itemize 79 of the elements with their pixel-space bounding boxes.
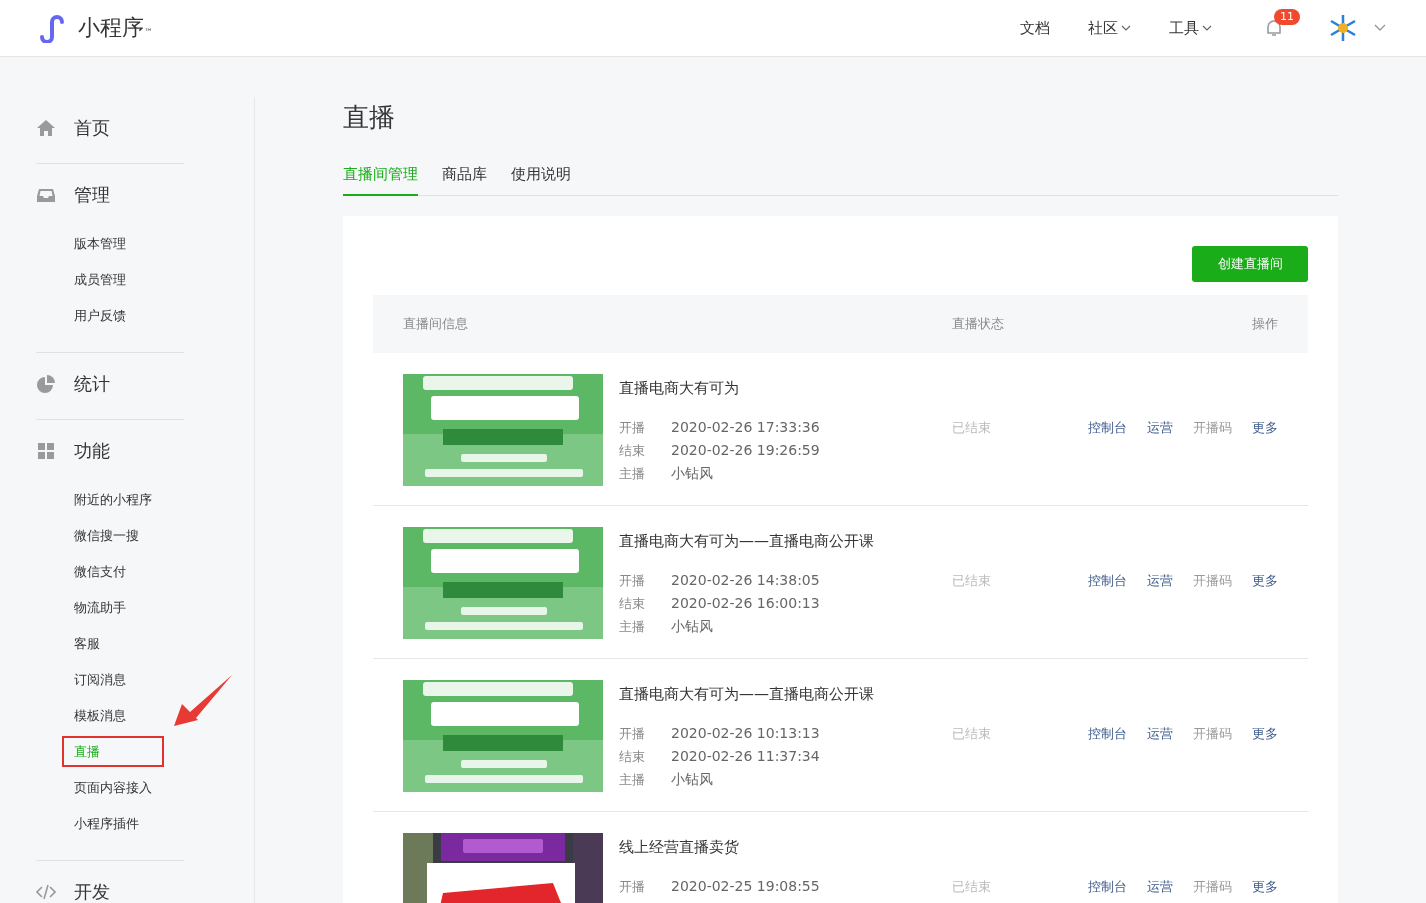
field-label: 开播 [619,878,646,896]
sidebar-item[interactable]: 版本管理 [74,226,126,262]
bell-icon[interactable] [1264,18,1284,38]
field-value: 2020-02-26 10:13:13 [671,725,820,741]
nav-link[interactable]: 工具 [1169,18,1199,38]
action-link[interactable]: 运营 [1147,419,1173,505]
sidebar-item[interactable]: 小程序插件 [74,806,139,842]
action-link[interactable]: 控制台 [1088,572,1127,658]
room-title: 线上经营直播卖货 [619,837,740,858]
field-label: 结束 [619,595,646,613]
sidebar-item[interactable]: 客服 [74,626,100,662]
arrow-drawing [172,674,234,728]
tab[interactable]: 使用说明 [511,157,571,196]
status-text: 已结束 [952,572,992,590]
sidebar-section[interactable]: 首页 [36,111,184,145]
field-value: 小钻风 [671,771,713,787]
caret-icon[interactable] [1121,25,1131,31]
sidebar-item[interactable]: 物流助手 [74,590,126,626]
field-label: 结束 [619,748,646,766]
home-icon [36,118,56,138]
caret-icon[interactable] [1202,25,1212,31]
avatar-icon[interactable] [1328,13,1358,43]
field-value: 小钻风 [671,618,713,634]
grid-icon [36,441,56,461]
sidebar-section[interactable]: 开发 [36,875,184,903]
status-text: 已结束 [952,419,992,437]
field-value: 2020-02-25 19:08:55 [671,878,820,894]
tab[interactable]: 商品库 [442,157,487,196]
sidebar-item[interactable]: 成员管理 [74,262,126,298]
room-title: 直播电商大有可为 [619,378,740,399]
caret-icon[interactable] [1374,24,1386,32]
sidebar-section[interactable]: 功能 [36,434,184,468]
page-title: 直播 [343,101,396,134]
sidebar-item[interactable]: 附近的小程序 [74,482,152,518]
action-link[interactable]: 控制台 [1088,419,1127,505]
field-label: 开播 [619,419,646,437]
action-link[interactable]: 更多 [1252,878,1278,903]
field-label: 主播 [619,771,646,789]
sidebar-item[interactable]: 微信搜一搜 [74,518,139,554]
nav-link[interactable]: 社区 [1088,18,1118,38]
field-value: 2020-02-26 17:33:36 [671,419,820,435]
pie-chart-icon [36,374,56,394]
field-value: 小钻风 [671,465,713,481]
field-value: 2020-02-26 19:26:59 [671,442,820,458]
field-label: 主播 [619,465,646,483]
action-link[interactable]: 更多 [1252,572,1278,658]
sidebar-item[interactable]: 模板消息 [74,698,126,734]
action-link[interactable]: 运营 [1147,572,1173,658]
action-link[interactable]: 更多 [1252,725,1278,811]
sidebar-item[interactable]: 用户反馈 [74,298,126,334]
column-header: 操作 [1251,315,1278,333]
action-link[interactable]: 控制台 [1088,878,1127,903]
field-value: 2020-02-26 11:37:34 [671,748,820,764]
action-link[interactable]: 控制台 [1088,725,1127,811]
field-label: 开播 [619,572,646,590]
nav-link[interactable]: 文档 [1020,18,1050,38]
sidebar-item[interactable]: 订阅消息 [74,662,126,698]
trademark-mark: ™ [144,27,153,37]
code-icon [36,882,56,902]
status-text: 已结束 [952,878,992,896]
sidebar-item[interactable]: 页面内容接入 [74,770,152,806]
action-link[interactable]: 运营 [1147,725,1173,811]
field-label: 开播 [619,725,646,743]
column-header: 直播状态 [952,315,1005,333]
room-title: 直播电商大有可为——直播电商公开课 [619,684,874,705]
logo-text: 小程序 [78,14,144,42]
field-value: 2020-02-26 14:38:05 [671,572,820,588]
room-title: 直播电商大有可为——直播电商公开课 [619,531,874,552]
sidebar-section[interactable]: 管理 [36,178,184,212]
field-value: 2020-02-26 16:00:13 [671,595,820,611]
status-text: 已结束 [952,725,992,743]
sidebar-section[interactable]: 统计 [36,367,184,401]
column-header: 直播间信息 [403,315,469,333]
action-link[interactable]: 运营 [1147,878,1173,903]
action-link[interactable]: 更多 [1252,419,1278,505]
field-label: 主播 [619,618,646,636]
field-label: 结束 [619,442,646,460]
notification-badge: 11 [1274,9,1300,25]
sidebar-item[interactable]: 微信支付 [74,554,126,590]
